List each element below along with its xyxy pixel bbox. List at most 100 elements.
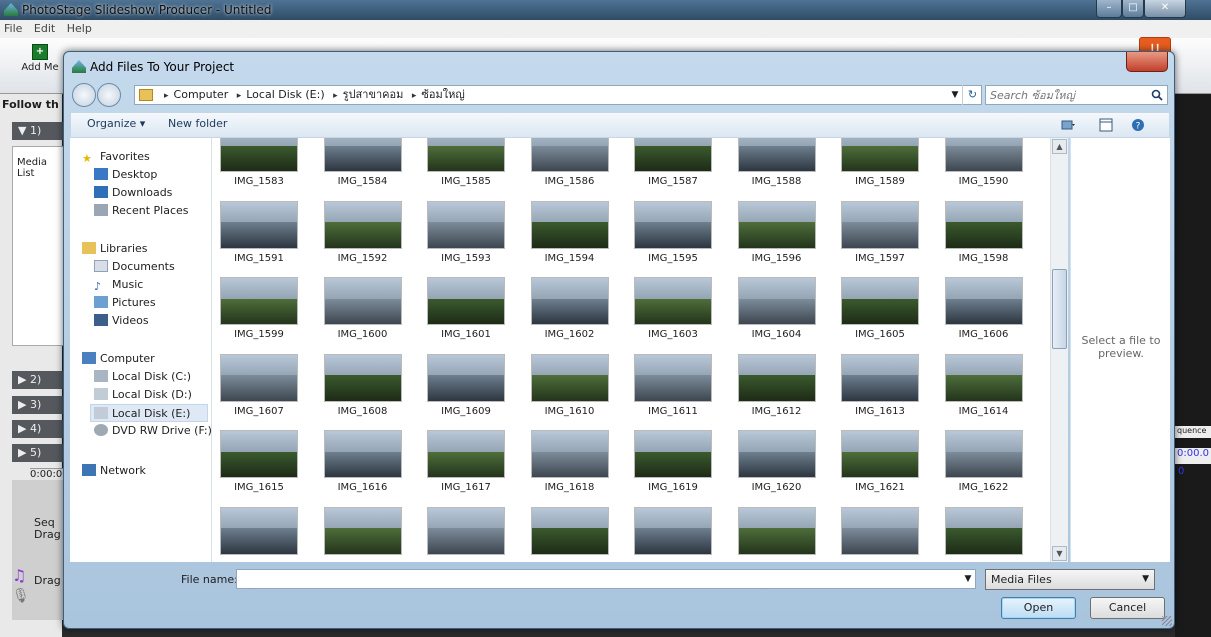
refresh-icon[interactable]: ↻ [962, 85, 982, 105]
file-thumbnail[interactable] [939, 506, 1029, 563]
nav-recent-places[interactable]: Recent Places [94, 202, 189, 220]
file-thumbnail[interactable]: IMG_1609 [421, 353, 511, 418]
nav-computer[interactable]: Computer [82, 350, 155, 368]
nav-downloads[interactable]: Downloads [94, 184, 172, 202]
scroll-thumb[interactable] [1052, 269, 1067, 349]
file-thumbnail[interactable]: IMG_1590 [939, 138, 1029, 188]
breadcrumb-local-disk-e[interactable]: Local Disk (E:) [246, 88, 324, 101]
file-thumbnail[interactable]: IMG_1599 [214, 277, 304, 341]
file-thumbnail[interactable]: IMG_1618 [525, 430, 615, 494]
file-thumbnail[interactable]: IMG_1583 [214, 138, 304, 188]
breadcrumb-folder-1[interactable]: รูปสาขาคอม [343, 88, 404, 101]
file-thumbnail[interactable]: IMG_1605 [835, 277, 925, 341]
nav-pictures[interactable]: Pictures [94, 294, 156, 312]
media-list[interactable]: Media List [12, 146, 68, 346]
file-thumbnail[interactable]: IMG_1592 [318, 200, 408, 265]
file-thumbnail[interactable]: IMG_1620 [732, 430, 822, 494]
scroll-up-icon[interactable]: ▲ [1052, 139, 1067, 154]
close-icon[interactable]: ✕ [1144, 0, 1186, 18]
file-thumbnail[interactable]: IMG_1611 [628, 353, 718, 418]
file-thumbnail[interactable]: IMG_1586 [525, 138, 615, 188]
file-thumbnail[interactable]: IMG_1600 [318, 277, 408, 341]
nav-dvd-drive[interactable]: DVD RW Drive (F:) D [94, 422, 224, 440]
file-thumbnail[interactable]: IMG_1610 [525, 353, 615, 418]
file-thumbnail[interactable]: IMG_1598 [939, 200, 1029, 265]
file-thumbnail[interactable] [525, 506, 615, 563]
menu-edit[interactable]: Edit [30, 20, 59, 37]
menu-help[interactable]: Help [63, 20, 96, 37]
step-5-header[interactable]: ▶ 5) [12, 444, 68, 462]
step-2-header[interactable]: ▶ 2) [12, 371, 68, 389]
search-input[interactable] [990, 88, 1140, 102]
file-thumbnail[interactable]: IMG_1612 [732, 353, 822, 418]
file-thumbnail[interactable]: IMG_1602 [525, 277, 615, 341]
file-type-select[interactable]: Media Files ▼ [985, 569, 1155, 590]
address-dropdown-icon[interactable]: ▼ [948, 85, 962, 105]
file-thumbnail[interactable]: IMG_1604 [732, 277, 822, 341]
nav-local-disk-e[interactable]: Local Disk (E:) [90, 404, 208, 422]
file-thumbnail[interactable]: IMG_1621 [835, 430, 925, 494]
breadcrumb-computer[interactable]: Computer [174, 88, 229, 101]
open-button[interactable]: Open [1001, 597, 1076, 619]
back-button[interactable] [72, 83, 96, 107]
nav-documents[interactable]: Documents [94, 258, 175, 276]
help-icon[interactable]: ? [1131, 118, 1145, 132]
file-thumbnail[interactable]: IMG_1613 [835, 353, 925, 418]
forward-button[interactable] [97, 83, 121, 107]
file-thumbnail[interactable]: IMG_1588 [732, 138, 822, 188]
file-thumbnail[interactable]: IMG_1601 [421, 277, 511, 341]
file-thumbnail[interactable]: IMG_1622 [939, 430, 1029, 494]
nav-music[interactable]: ♪ Music [94, 276, 143, 294]
file-thumbnail[interactable]: IMG_1584 [318, 138, 408, 188]
file-thumbnail[interactable] [628, 506, 718, 563]
nav-libraries[interactable]: Libraries [82, 240, 148, 258]
file-thumbnail[interactable] [421, 506, 511, 563]
organize-button[interactable]: Organize ▾ [87, 117, 145, 130]
file-thumbnail[interactable]: IMG_1614 [939, 353, 1029, 418]
file-thumbnail[interactable]: IMG_1593 [421, 200, 511, 265]
file-thumbnail[interactable]: IMG_1591 [214, 200, 304, 265]
file-thumbnail[interactable]: IMG_1587 [628, 138, 718, 188]
preview-pane-icon[interactable] [1099, 118, 1113, 132]
file-name-input[interactable] [236, 569, 976, 589]
file-thumbnail[interactable]: IMG_1597 [835, 200, 925, 265]
file-thumbnail[interactable]: IMG_1608 [318, 353, 408, 418]
breadcrumb-folder-2[interactable]: ซ้อมใหญ่ [421, 88, 464, 101]
view-options-icon[interactable] [1061, 118, 1075, 132]
step-3-header[interactable]: ▶ 3) [12, 396, 68, 414]
file-thumbnail[interactable]: IMG_1607 [214, 353, 304, 418]
new-folder-button[interactable]: New folder [168, 117, 227, 130]
search-icon[interactable] [1151, 89, 1163, 101]
file-thumbnail[interactable]: IMG_1595 [628, 200, 718, 265]
file-name-dropdown-icon[interactable]: ▼ [960, 570, 976, 588]
file-thumbnail[interactable]: IMG_1606 [939, 277, 1029, 341]
file-thumbnail[interactable] [732, 506, 822, 563]
add-media-button[interactable]: + Add Me [18, 44, 62, 73]
step-4-header[interactable]: ▶ 4) [12, 420, 68, 438]
file-thumbnail[interactable]: IMG_1616 [318, 430, 408, 494]
file-list-scrollbar[interactable]: ▲ ▼ [1050, 138, 1068, 562]
file-thumbnail[interactable] [214, 506, 304, 563]
nav-desktop[interactable]: Desktop [94, 166, 157, 184]
maximize-icon[interactable]: □ [1122, 0, 1144, 18]
step-1-header[interactable]: ▼ 1) [12, 122, 68, 140]
file-thumbnail[interactable]: IMG_1617 [421, 430, 511, 494]
file-thumbnail[interactable] [835, 506, 925, 563]
nav-local-disk-c[interactable]: Local Disk (C:) [94, 368, 191, 386]
file-thumbnail[interactable]: IMG_1596 [732, 200, 822, 265]
nav-local-disk-d[interactable]: Local Disk (D:) [94, 386, 192, 404]
resize-grip-icon[interactable] [1162, 616, 1172, 626]
file-thumbnail[interactable]: IMG_1589 [835, 138, 925, 188]
file-thumbnail[interactable]: IMG_1615 [214, 430, 304, 494]
scroll-down-icon[interactable]: ▼ [1052, 546, 1067, 561]
address-bar[interactable]: ▸ Computer ▸ Local Disk (E:) ▸ รูปสาขาคอม ▸… [134, 85, 982, 105]
menu-file[interactable]: File [0, 20, 26, 37]
file-thumbnail[interactable]: IMG_1585 [421, 138, 511, 188]
file-thumbnail[interactable]: IMG_1603 [628, 277, 718, 341]
minimize-icon[interactable]: – [1096, 0, 1122, 18]
nav-favorites[interactable]: ★ Favorites [82, 148, 150, 166]
file-thumbnail[interactable]: IMG_1619 [628, 430, 718, 494]
cancel-button[interactable]: Cancel [1090, 597, 1165, 619]
file-thumbnail[interactable]: IMG_1594 [525, 200, 615, 265]
nav-videos[interactable]: Videos [94, 312, 149, 330]
